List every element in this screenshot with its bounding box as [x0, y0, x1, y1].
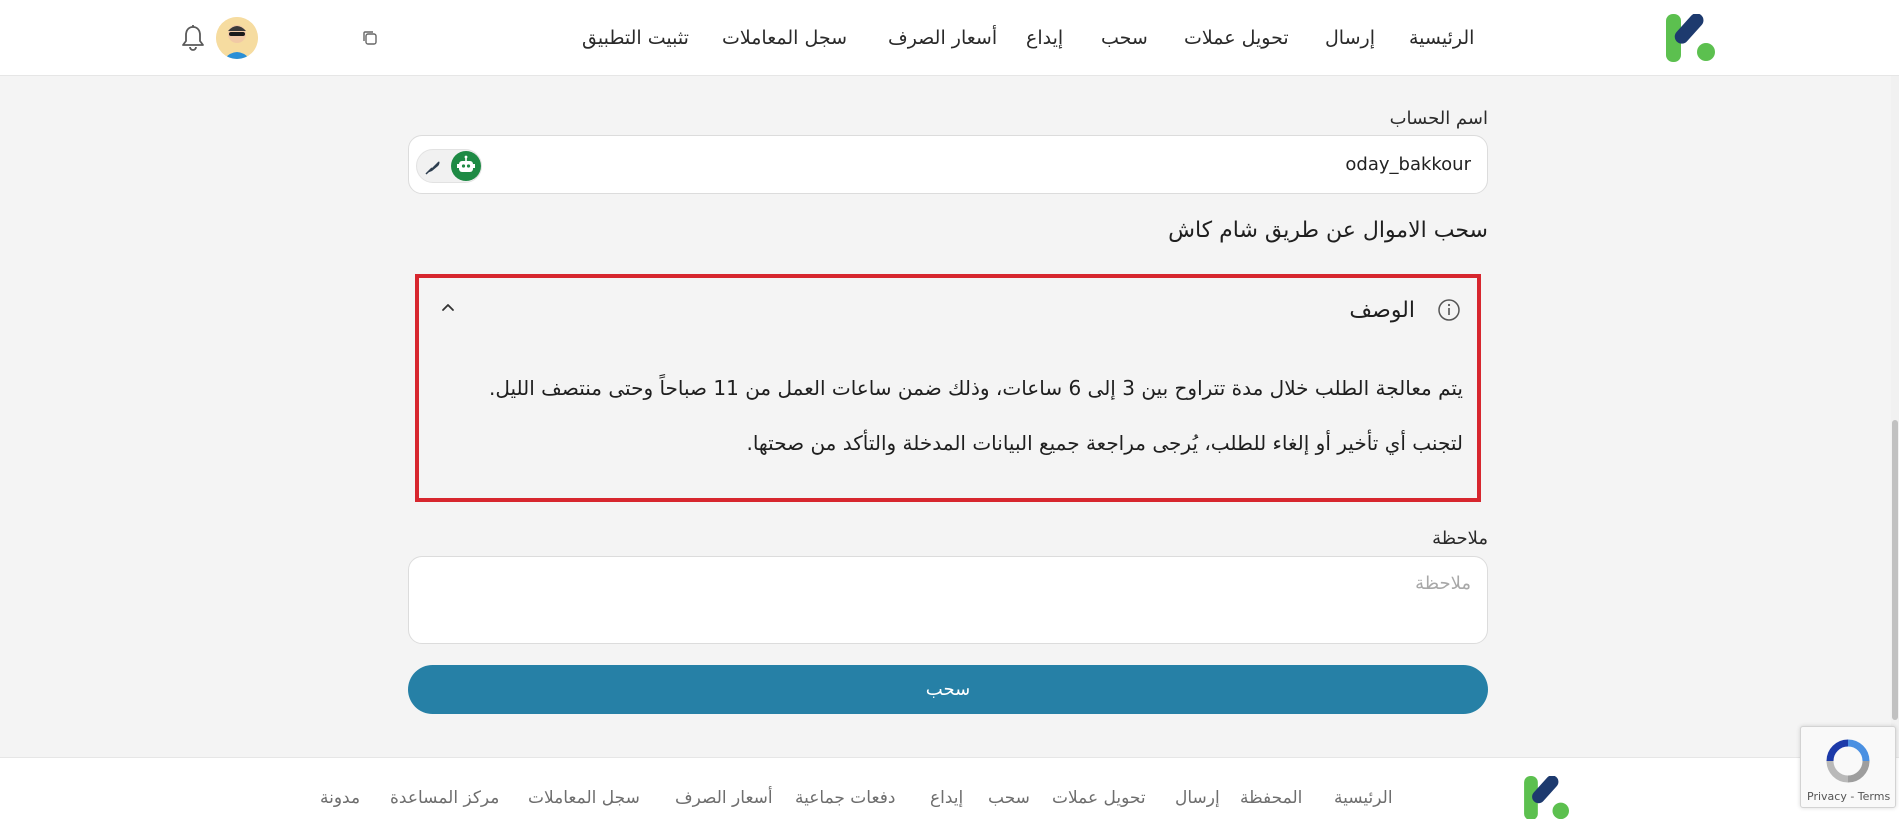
note-input[interactable] [408, 556, 1488, 644]
footer-link-wallet[interactable]: المحفظة [1240, 788, 1302, 808]
top-header: الرئيسية إرسال تحويل عملات سحب إيداع أسع… [0, 0, 1899, 76]
footer-link-home[interactable]: الرئيسية [1334, 788, 1393, 808]
withdraw-button[interactable]: سحب [408, 665, 1488, 714]
description-line-2: لتجنب أي تأخير أو إلغاء للطلب، يُرجى مرا… [746, 431, 1463, 455]
footer-link-blog[interactable]: مدونة [320, 788, 360, 808]
footer-link-withdraw[interactable]: سحب [988, 788, 1030, 808]
user-avatar-icon [216, 17, 258, 59]
chevron-up-icon[interactable] [437, 296, 459, 318]
nav-send[interactable]: إرسال [1325, 26, 1375, 50]
scrollbar-thumb[interactable] [1892, 420, 1898, 720]
nav-currency-exchange[interactable]: تحويل عملات [1184, 26, 1289, 50]
info-icon [1438, 299, 1460, 321]
robot-icon[interactable] [451, 151, 481, 181]
footer-link-currency-exchange[interactable]: تحويل عملات [1052, 788, 1146, 808]
k-logo-footer-icon[interactable] [1523, 776, 1571, 819]
nav-home[interactable]: الرئيسية [1409, 26, 1474, 50]
nav-withdraw[interactable]: سحب [1101, 26, 1148, 50]
copy-icon[interactable] [362, 30, 378, 46]
description-panel: الوصف يتم معالجة الطلب خلال مدة تتراوح ب… [415, 274, 1481, 502]
account-name-label: اسم الحساب [1389, 108, 1488, 129]
description-title: الوصف [1349, 298, 1415, 323]
feather-icon[interactable] [423, 157, 443, 177]
recaptcha-privacy-terms[interactable]: Privacy - Terms [1807, 790, 1890, 803]
nav-install-app[interactable]: تثبيت التطبيق [582, 26, 689, 50]
recaptcha-icon [1826, 739, 1870, 783]
note-label: ملاحظة [1432, 528, 1488, 549]
account-icons-group [416, 149, 482, 183]
nav-transactions-log[interactable]: سجل المعاملات [722, 26, 847, 50]
footer-link-help-center[interactable]: مركز المساعدة [390, 788, 499, 808]
nav-exchange-rates[interactable]: أسعار الصرف [888, 26, 997, 50]
section-title: سحب الاموال عن طريق شام كاش [1168, 218, 1488, 243]
footer-link-send[interactable]: إرسال [1175, 788, 1220, 808]
footer-link-bulk-payments[interactable]: دفعات جماعية [795, 788, 895, 808]
footer-link-transactions-log[interactable]: سجل المعاملات [528, 788, 640, 808]
avatar[interactable] [216, 17, 258, 59]
k-logo-icon[interactable] [1666, 14, 1716, 62]
account-name-field[interactable]: oday_bakkour [408, 135, 1488, 194]
nav-deposit[interactable]: إيداع [1026, 26, 1063, 50]
description-line-1: يتم معالجة الطلب خلال مدة تتراوح بين 3 إ… [489, 376, 1463, 400]
recaptcha-badge[interactable]: Privacy - Terms [1800, 726, 1896, 808]
footer: الرئيسية المحفظة إرسال تحويل عملات سحب إ… [0, 757, 1899, 819]
footer-link-exchange-rates[interactable]: أسعار الصرف [675, 788, 773, 808]
bell-icon[interactable] [180, 24, 206, 52]
account-name-value: oday_bakkour [1345, 154, 1471, 175]
footer-link-deposit[interactable]: إيداع [930, 788, 963, 808]
